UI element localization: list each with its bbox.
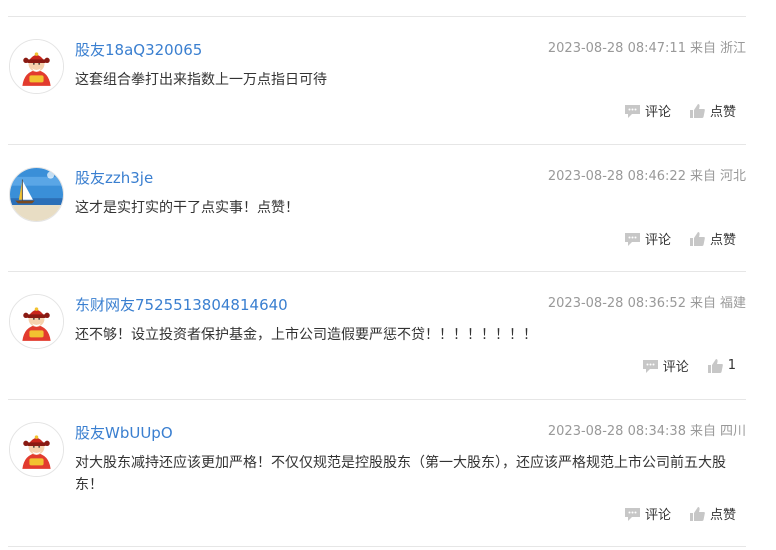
like-button[interactable]: 点赞	[689, 101, 736, 120]
comment-bubble-icon	[624, 506, 641, 522]
thumbs-up-icon	[689, 231, 706, 247]
comment-source-prefix: 来自	[689, 41, 716, 56]
comment-timestamp: 2023-08-28 08:46:22	[547, 169, 686, 184]
comment-actions: 评论 点赞	[624, 229, 736, 248]
comment-location: 四川	[719, 424, 746, 439]
reply-label: 评论	[644, 233, 671, 248]
reply-label: 评论	[644, 508, 671, 523]
thumbs-up-icon	[707, 358, 724, 374]
like-label: 点赞	[709, 508, 736, 523]
fortune-god-avatar[interactable]	[9, 39, 64, 94]
comment-location: 河北	[719, 169, 746, 184]
sailboat-beach-avatar[interactable]	[9, 167, 64, 222]
comment-item: 股友18aQ320065 2023-08-28 08:47:11 来自 浙江 这套组…	[8, 16, 746, 144]
comment-item: 股友WbUUpO 2023-08-28 08:34:38 来自 四川 对大股东减持还…	[8, 399, 746, 547]
reply-button[interactable]: 评论	[642, 356, 689, 375]
reply-button[interactable]: 评论	[624, 229, 671, 248]
comment-meta: 2023-08-28 08:46:22 来自 河北	[548, 167, 746, 187]
comment-username[interactable]: 东财网友7525513804814640	[75, 294, 288, 316]
comment-location: 浙江	[719, 41, 746, 56]
thumbs-up-icon	[689, 103, 706, 119]
comment-bubble-icon	[624, 231, 641, 247]
comment-username[interactable]: 股友18aQ320065	[75, 39, 202, 61]
comment-item: 股友zzh3je 2023-08-28 08:46:22 来自 河北 这才是实打实的…	[8, 144, 746, 271]
comment-location: 福建	[719, 296, 746, 311]
fortune-god-icon	[10, 295, 63, 348]
comment-content: 还不够！设立投资者保护基金，上市公司造假要严惩不贷！！！！！！！！	[75, 327, 537, 343]
like-button[interactable]: 1	[707, 358, 736, 374]
comment-content: 这套组合拳打出来指数上一万点指日可待	[75, 72, 327, 88]
reply-button[interactable]: 评论	[624, 101, 671, 120]
comment-timestamp: 2023-08-28 08:47:11	[547, 41, 686, 56]
comment-timestamp: 2023-08-28 08:34:38	[547, 424, 686, 439]
comment-actions: 评论 1	[642, 356, 736, 375]
comment-username[interactable]: 股友zzh3je	[75, 167, 153, 189]
comment-source-prefix: 来自	[689, 169, 716, 184]
reply-label: 评论	[662, 360, 689, 375]
comment-username[interactable]: 股友WbUUpO	[75, 422, 173, 444]
comment-source-prefix: 来自	[689, 424, 716, 439]
fortune-god-avatar[interactable]	[9, 422, 64, 477]
comment-bubble-icon	[624, 103, 641, 119]
comment-meta: 2023-08-28 08:36:52 来自 福建	[548, 294, 746, 314]
comment-list: 股友18aQ320065 2023-08-28 08:47:11 来自 浙江 这套组…	[8, 16, 746, 547]
fortune-god-avatar[interactable]	[9, 294, 64, 349]
comment-meta: 2023-08-28 08:47:11 来自 浙江	[548, 39, 746, 59]
sailboat-icon	[10, 168, 63, 221]
fortune-god-icon	[10, 40, 63, 93]
like-button[interactable]: 点赞	[689, 229, 736, 248]
fortune-god-icon	[10, 423, 63, 476]
comment-actions: 评论 点赞	[624, 504, 736, 523]
comment-source-prefix: 来自	[689, 296, 716, 311]
comment-bubble-icon	[642, 358, 659, 374]
comment-timestamp: 2023-08-28 08:36:52	[547, 296, 686, 311]
comment-meta: 2023-08-28 08:34:38 来自 四川	[548, 422, 746, 442]
comment-item: 东财网友7525513804814640 2023-08-28 08:36:52…	[8, 271, 746, 399]
like-label: 点赞	[709, 233, 736, 248]
like-label: 点赞	[709, 105, 736, 120]
reply-label: 评论	[644, 105, 671, 120]
comment-actions: 评论 点赞	[624, 101, 736, 120]
comment-content: 对大股东减持还应该更加严格！不仅仅规范是控股股东（第一大股东），还应该严格规范上…	[75, 455, 726, 493]
comment-content: 这才是实打实的干了点实事！点赞！	[75, 200, 299, 216]
reply-button[interactable]: 评论	[624, 504, 671, 523]
thumbs-up-icon	[689, 506, 706, 522]
like-count: 1	[727, 358, 736, 373]
like-button[interactable]: 点赞	[689, 504, 736, 523]
